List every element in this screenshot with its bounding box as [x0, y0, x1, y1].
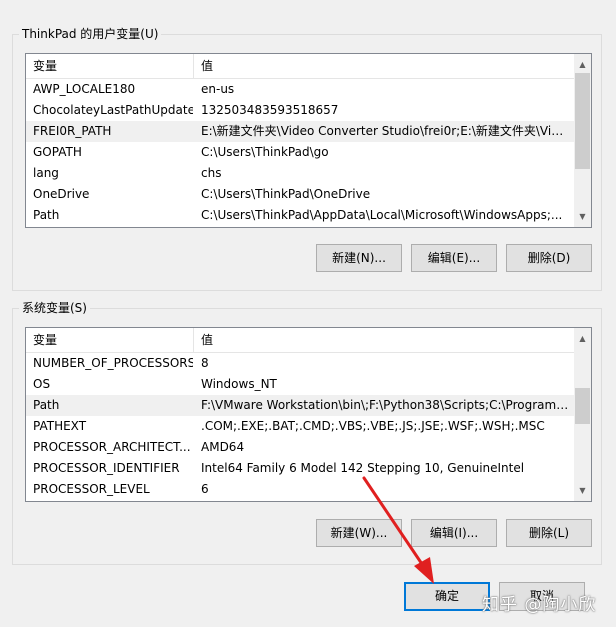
watermark: 知乎 @陶小欣 — [482, 595, 597, 615]
annotation-arrow-icon — [362, 476, 434, 584]
